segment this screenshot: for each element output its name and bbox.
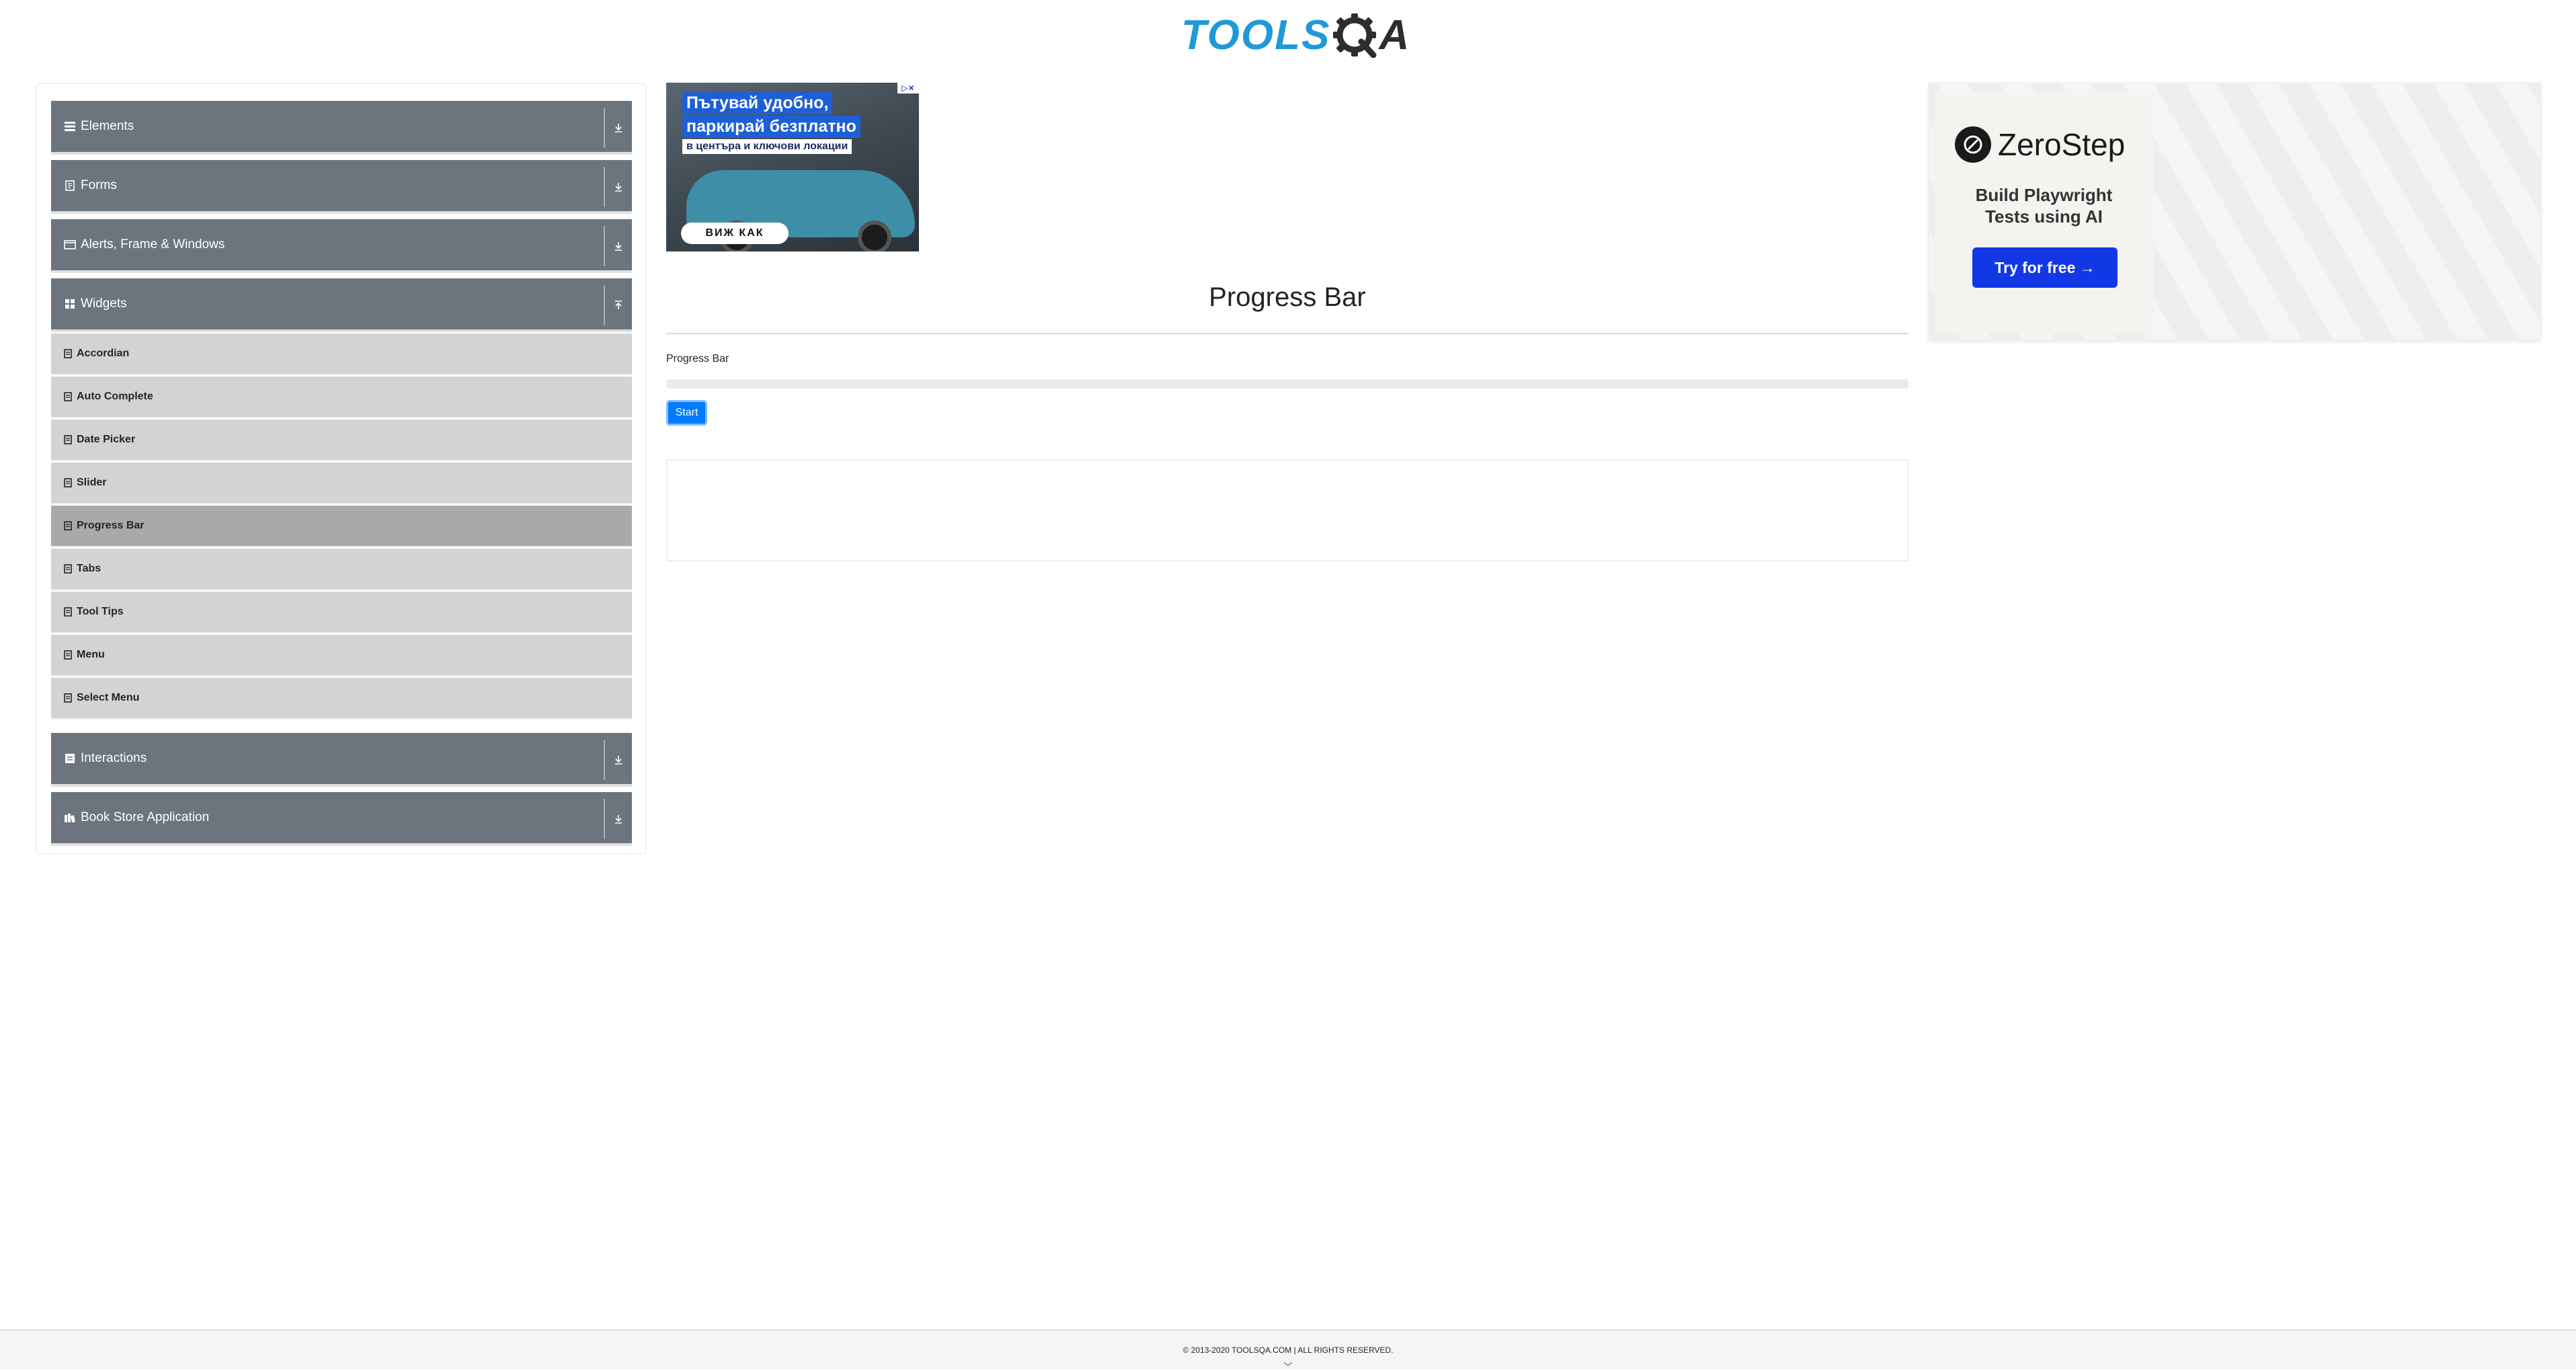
expand-down-icon[interactable] [604,226,632,266]
sidebar-item-label: Menu [77,649,105,660]
progress-bar-label: Progress Bar [666,353,729,364]
document-icon [63,606,73,617]
sidebar-item-tool-tips[interactable]: Tool Tips [51,592,632,633]
ad-headline-1: Пътувай удобно, [682,92,833,114]
document-icon [63,693,73,703]
document-icon [63,434,73,445]
window-icon [63,238,77,251]
ad-panel: ZeroStep Build Playwright Tests using AI… [1935,93,2153,334]
gear-q-icon [1332,12,1377,58]
group-label: Widgets [81,297,127,311]
car-wheel [858,221,891,251]
copyright-text: © 2013-2020 TOOLSQA.COM | ALL RIGHTS RES… [1182,1345,1394,1355]
content-placeholder-box [666,459,1908,561]
sidebar-item-progress-bar[interactable]: Progress Bar [51,506,632,547]
sidebar-item-tabs[interactable]: Tabs [51,549,632,590]
expand-down-icon[interactable] [604,799,632,839]
zerostep-brand: ZeroStep [1955,126,2125,163]
sidebar-item-slider[interactable]: Slider [51,463,632,504]
document-icon [63,477,73,488]
zerostep-name: ZeroStep [1998,127,2126,162]
sidebar-item-select-menu[interactable]: Select Menu [51,678,632,719]
document-icon [63,179,77,192]
expand-down-icon[interactable] [604,740,632,780]
document-icon [63,520,73,531]
ad-choices-icon[interactable]: ▷✕ [897,83,919,93]
logo-text-a: A [1379,11,1410,58]
title-divider [666,333,1908,334]
sidebar-item-label: Tool Tips [77,606,124,617]
ad-tagline-line-2: Tests using AI [1985,206,2103,227]
ad-cta-button[interactable]: ВИЖ КАК [681,223,789,244]
expand-down-icon[interactable] [604,167,632,207]
group-label: Forms [81,178,117,192]
ad-headline-2: паркирай безплатно [682,116,860,138]
expand-down-icon[interactable] [604,108,632,148]
sidebar-item-label: Accordian [77,348,130,359]
collapse-up-icon[interactable] [604,285,632,325]
start-button[interactable]: Start [666,400,707,426]
logo-text-tools: TOOLS [1181,11,1331,58]
sidebar-item-label: Date Picker [77,434,136,445]
sidebar-item-menu[interactable]: Menu [51,635,632,676]
chevron-down-icon[interactable] [1283,1359,1293,1366]
try-for-free-button[interactable]: Try for free → [1972,247,2118,288]
sidebar-item-label: Progress Bar [77,520,145,531]
advertisement-zerostep[interactable]: ZeroStep Build Playwright Tests using AI… [1929,83,2541,340]
group-label: Alerts, Frame & Windows [81,237,225,251]
group-label: Elements [81,119,134,133]
sidebar-item-label: Slider [77,477,107,488]
grid-icon [63,297,77,311]
document-icon [63,348,73,359]
page-title: Progress Bar [1209,282,1366,312]
interaction-icon [63,752,77,765]
ad-tagline-line-1: Build Playwright [1975,185,2113,205]
group-header-alerts-frame-windows[interactable]: Alerts, Frame & Windows [51,219,632,273]
toolsqa-logo[interactable]: TOOLS A [1181,9,1409,61]
document-icon [63,650,73,660]
sidebar-item-label: Auto Complete [77,391,153,402]
group-header-interactions[interactable]: Interactions [51,733,632,787]
group-header-forms[interactable]: Forms [51,160,632,214]
sidebar-item-auto-complete[interactable]: Auto Complete [51,377,632,418]
document-icon [63,563,73,574]
ad-subline: в центъра и ключови локации [682,139,852,154]
sidebar-item-label: Tabs [77,563,102,574]
site-header: TOOLS A [0,0,2576,67]
group-header-widgets[interactable]: Widgets [51,278,632,332]
books-icon [63,811,77,824]
sidebar-item-accordian[interactable]: Accordian [51,334,632,375]
page-footer: © 2013-2020 TOOLSQA.COM | ALL RIGHTS RES… [0,1329,2576,1370]
group-label: Book Store Application [81,810,210,824]
menu-icon [63,120,77,133]
progress-bar [666,379,1908,389]
group-header-book-store[interactable]: Book Store Application [51,792,632,846]
left-sidebar-menu: Elements Forms Alerts, Frame & Windows W… [36,83,647,855]
advertisement-banner-car[interactable]: Пътувай удобно, паркирай безплатно в цен… [666,83,919,251]
document-icon [63,391,73,402]
group-header-elements[interactable]: Elements [51,101,632,155]
sidebar-item-date-picker[interactable]: Date Picker [51,420,632,461]
ad-tagline: Build Playwright Tests using AI [1935,184,2153,227]
sidebar-item-label: Select Menu [77,692,140,703]
zerostep-logo-icon [1955,126,1991,163]
group-label: Interactions [81,751,147,765]
